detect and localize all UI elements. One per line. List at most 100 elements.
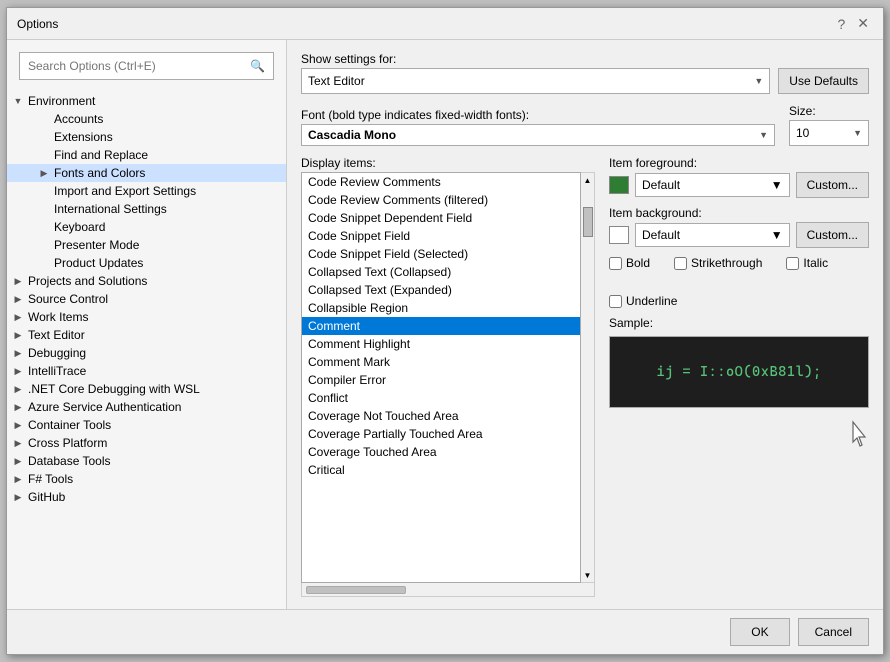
list-item-conflict[interactable]: Conflict bbox=[302, 389, 580, 407]
tree-item-extensions[interactable]: Extensions bbox=[7, 128, 286, 146]
scroll-thumb[interactable] bbox=[583, 207, 593, 237]
list-item-code-review-comments-filtered[interactable]: Code Review Comments (filtered) bbox=[302, 191, 580, 209]
italic-checkbox-label[interactable]: Italic bbox=[786, 256, 828, 270]
sample-section: Sample: ij = I::oO(0xB81l); bbox=[609, 316, 869, 408]
expand-icon: ▼ bbox=[11, 94, 25, 108]
scroll-up-btn[interactable]: ▲ bbox=[581, 173, 594, 187]
display-items-list[interactable]: Code Review CommentsCode Review Comments… bbox=[301, 172, 581, 583]
cancel-button[interactable]: Cancel bbox=[798, 618, 869, 646]
ok-button[interactable]: OK bbox=[730, 618, 789, 646]
search-input[interactable] bbox=[28, 59, 250, 73]
tree-item-work-items[interactable]: ▶Work Items bbox=[7, 308, 286, 326]
list-item-critical[interactable]: Critical bbox=[302, 461, 580, 479]
tree-item-import-export[interactable]: Import and Export Settings bbox=[7, 182, 286, 200]
tree-item-label: Source Control bbox=[28, 292, 108, 306]
expand-icon: ▶ bbox=[11, 364, 25, 378]
list-item-coverage-partially-touched[interactable]: Coverage Partially Touched Area bbox=[302, 425, 580, 443]
tree-item-container-tools[interactable]: ▶Container Tools bbox=[7, 416, 286, 434]
tree-item-label: Environment bbox=[28, 94, 95, 108]
list-item-comment-highlight[interactable]: Comment Highlight bbox=[302, 335, 580, 353]
strikethrough-checkbox-label[interactable]: Strikethrough bbox=[674, 256, 762, 270]
horizontal-scrollbar[interactable] bbox=[306, 586, 406, 594]
tree-item-fonts-and-colors[interactable]: ▶Fonts and Colors bbox=[7, 164, 286, 182]
use-defaults-button[interactable]: Use Defaults bbox=[778, 68, 869, 94]
tree-item-product-updates[interactable]: Product Updates bbox=[7, 254, 286, 272]
tree-item-find-and-replace[interactable]: Find and Replace bbox=[7, 146, 286, 164]
close-button[interactable]: ✕ bbox=[853, 15, 873, 32]
tree-item-azure-auth[interactable]: ▶Azure Service Authentication bbox=[7, 398, 286, 416]
list-item-code-snippet-field-selected[interactable]: Code Snippet Field (Selected) bbox=[302, 245, 580, 263]
tree-item-source-control[interactable]: ▶Source Control bbox=[7, 290, 286, 308]
list-item-coverage-touched[interactable]: Coverage Touched Area bbox=[302, 443, 580, 461]
tree-item-label: Presenter Mode bbox=[54, 238, 139, 252]
tree-item-label: F# Tools bbox=[28, 472, 73, 486]
search-box: 🔍 bbox=[19, 52, 274, 80]
tree-item-projects-solutions[interactable]: ▶Projects and Solutions bbox=[7, 272, 286, 290]
expand-icon bbox=[37, 238, 51, 252]
tree-item-cross-platform[interactable]: ▶Cross Platform bbox=[7, 434, 286, 452]
help-button[interactable]: ? bbox=[833, 15, 849, 32]
list-item-code-snippet-field[interactable]: Code Snippet Field bbox=[302, 227, 580, 245]
list-item-code-snippet-dependent-field[interactable]: Code Snippet Dependent Field bbox=[302, 209, 580, 227]
italic-checkbox[interactable] bbox=[786, 257, 799, 270]
font-dropdown[interactable]: Cascadia Mono ▼ bbox=[301, 124, 775, 146]
show-settings-label: Show settings for: bbox=[301, 52, 869, 66]
bg-dropdown[interactable]: Default ▼ bbox=[635, 223, 790, 247]
tree-item-intellitrace[interactable]: ▶IntelliTrace bbox=[7, 362, 286, 380]
right-panel: Show settings for: Text Editor ▼ Use Def… bbox=[287, 40, 883, 609]
search-icon: 🔍 bbox=[250, 59, 265, 73]
list-item-collapsed-text-collapsed[interactable]: Collapsed Text (Collapsed) bbox=[302, 263, 580, 281]
list-item-comment[interactable]: Comment bbox=[302, 317, 580, 335]
tree-item-international-settings[interactable]: International Settings bbox=[7, 200, 286, 218]
expand-icon: ▶ bbox=[11, 436, 25, 450]
bold-checkbox-label[interactable]: Bold bbox=[609, 256, 650, 270]
bottom-bar: OK Cancel bbox=[7, 609, 883, 654]
fg-dropdown[interactable]: Default ▼ bbox=[635, 173, 790, 197]
list-item-coverage-not-touched[interactable]: Coverage Not Touched Area bbox=[302, 407, 580, 425]
tree-item-net-core-debug[interactable]: ▶.NET Core Debugging with WSL bbox=[7, 380, 286, 398]
checkboxes-row: Bold Strikethrough Italic Underline bbox=[609, 256, 869, 308]
tree-item-database-tools[interactable]: ▶Database Tools bbox=[7, 452, 286, 470]
expand-icon: ▶ bbox=[11, 382, 25, 396]
bg-custom-button[interactable]: Custom... bbox=[796, 222, 869, 248]
tree-item-fsharp-tools[interactable]: ▶F# Tools bbox=[7, 470, 286, 488]
fg-swatch bbox=[609, 176, 629, 194]
fg-arrow: ▼ bbox=[771, 178, 783, 192]
tree-item-text-editor[interactable]: ▶Text Editor bbox=[7, 326, 286, 344]
list-item-compiler-error[interactable]: Compiler Error bbox=[302, 371, 580, 389]
vertical-scrollbar[interactable]: ▲ ▼ bbox=[581, 172, 595, 583]
bold-checkbox[interactable] bbox=[609, 257, 622, 270]
show-settings-row-controls: Text Editor ▼ Use Defaults bbox=[301, 68, 869, 94]
tree-item-keyboard[interactable]: Keyboard bbox=[7, 218, 286, 236]
tree-item-debugging[interactable]: ▶Debugging bbox=[7, 344, 286, 362]
size-dropdown[interactable]: 10 ▼ bbox=[789, 120, 869, 146]
tree-item-label: Find and Replace bbox=[54, 148, 148, 162]
tree-item-label: Accounts bbox=[54, 112, 103, 126]
fg-custom-button[interactable]: Custom... bbox=[796, 172, 869, 198]
tree-item-accounts[interactable]: Accounts bbox=[7, 110, 286, 128]
tree-item-label: Import and Export Settings bbox=[54, 184, 196, 198]
expand-icon bbox=[37, 220, 51, 234]
title-bar-controls: ? ✕ bbox=[833, 15, 873, 32]
tree-item-label: Extensions bbox=[54, 130, 113, 144]
expand-icon bbox=[37, 184, 51, 198]
sample-label: Sample: bbox=[609, 316, 869, 330]
dialog-body: 🔍 ▼EnvironmentAccountsExtensionsFind and… bbox=[7, 40, 883, 609]
tree-item-label: .NET Core Debugging with WSL bbox=[28, 382, 200, 396]
tree-item-github[interactable]: ▶GitHub bbox=[7, 488, 286, 506]
tree-item-label: Container Tools bbox=[28, 418, 111, 432]
tree: ▼Environment Accounts Extensions Find and R… bbox=[7, 90, 286, 609]
list-item-collapsible-region[interactable]: Collapsible Region bbox=[302, 299, 580, 317]
tree-item-environment[interactable]: ▼Environment bbox=[7, 92, 286, 110]
tree-item-presenter-mode[interactable]: Presenter Mode bbox=[7, 236, 286, 254]
list-item-comment-mark[interactable]: Comment Mark bbox=[302, 353, 580, 371]
list-item-code-review-comments[interactable]: Code Review Comments bbox=[302, 173, 580, 191]
underline-checkbox[interactable] bbox=[609, 295, 622, 308]
right-controls: Item foreground: Default ▼ Custom... bbox=[609, 156, 869, 597]
scroll-down-btn[interactable]: ▼ bbox=[581, 568, 594, 582]
strikethrough-checkbox[interactable] bbox=[674, 257, 687, 270]
underline-checkbox-label[interactable]: Underline bbox=[609, 294, 677, 308]
show-settings-dropdown[interactable]: Text Editor ▼ bbox=[301, 68, 770, 94]
tree-item-label: Projects and Solutions bbox=[28, 274, 147, 288]
list-item-collapsed-text-expanded[interactable]: Collapsed Text (Expanded) bbox=[302, 281, 580, 299]
